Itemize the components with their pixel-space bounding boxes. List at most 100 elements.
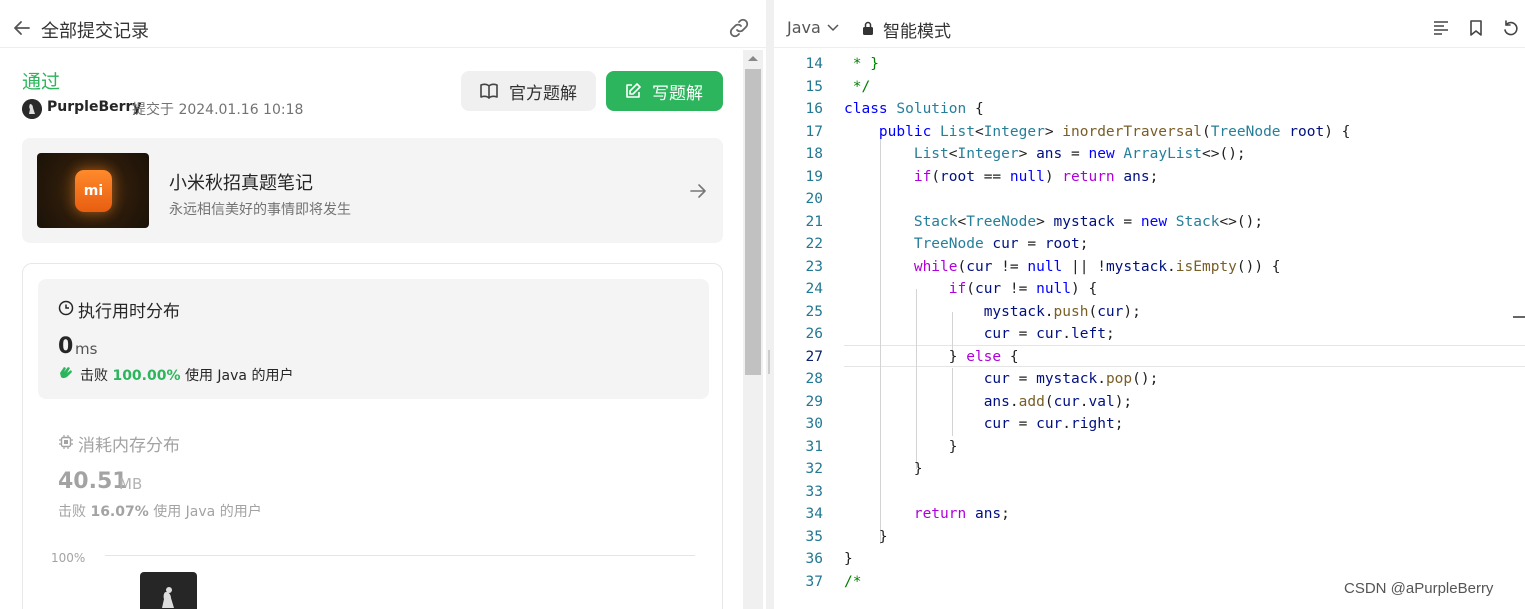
language-label: Java	[787, 18, 821, 37]
line-number: 37	[805, 573, 823, 590]
code-line[interactable]: 28 cur = mystack.pop();	[774, 368, 1525, 391]
submitter-name[interactable]: PurpleBerry	[47, 99, 142, 115]
divider-grip[interactable]	[768, 350, 770, 374]
line-number: 29	[805, 393, 823, 410]
memory-chip-icon	[59, 435, 73, 449]
memory-beat-prefix: 击败	[58, 504, 86, 520]
code-text: if(cur != null) {	[948, 281, 1098, 297]
code-text: cur = cur.right;	[983, 416, 1124, 432]
scroll-thumb[interactable]	[745, 69, 761, 375]
code-text: public List<Integer> inorderTraversal(Tr…	[878, 123, 1351, 140]
promo-subtitle: 永远相信美好的事情即将发生	[169, 202, 351, 218]
submission-panel: 全部提交记录 通过 PurpleBerry 提交于 2024.01.16 10:…	[0, 0, 766, 609]
line-number: 25	[805, 303, 823, 320]
bookmark-icon[interactable]	[1467, 19, 1485, 37]
line-number: 14	[805, 56, 823, 72]
line-number: 26	[805, 326, 823, 342]
code-text: while(cur != null || !mystack.isEmpty())…	[913, 258, 1281, 275]
code-text: } else {	[844, 348, 1019, 365]
line-number: 18	[805, 146, 823, 162]
code-text: ans.add(cur.val);	[983, 393, 1133, 410]
code-line[interactable]: 15 */	[774, 76, 1525, 99]
line-number: 16	[805, 101, 823, 117]
code-text: }	[844, 528, 888, 545]
panel-divider[interactable]	[766, 0, 774, 609]
left-scrollbar[interactable]	[743, 50, 763, 609]
editor-toolbar: Java 智能模式	[774, 8, 1525, 48]
line-number: 23	[805, 258, 823, 275]
code-text: return ans;	[913, 506, 1010, 522]
code-text: }	[844, 551, 853, 567]
code-text: class Solution {	[844, 101, 984, 117]
code-line[interactable]: 27 } else {	[774, 346, 1525, 369]
runtime-title: 执行用时分布	[78, 302, 180, 322]
avatar[interactable]	[22, 99, 42, 119]
code-line[interactable]: 31 }	[774, 436, 1525, 459]
code-line[interactable]: 22 TreeNode cur = root;	[774, 233, 1525, 256]
promo-card[interactable]: mi 小米秋招真题笔记 永远相信美好的事情即将发生	[22, 138, 723, 243]
code-line[interactable]: 34 return ans;	[774, 503, 1525, 526]
language-select[interactable]: Java	[787, 18, 839, 37]
runtime-beat-text: 击败 100.00% 使用 Java 的用户	[80, 365, 293, 385]
code-text: cur = mystack.pop();	[983, 371, 1159, 387]
runtime-value: 0	[58, 334, 74, 359]
code-line[interactable]: 36}	[774, 548, 1525, 571]
memory-beat-percent: 16.07%	[90, 504, 149, 520]
runtime-section[interactable]: 执行用时分布 0 ms 击败 100.00% 使用 Java 的用户	[38, 279, 709, 399]
clock-icon	[58, 300, 74, 316]
line-number: 31	[805, 438, 823, 455]
code-editor[interactable]: 14 * } 15 */16 class Solution {17 public L…	[774, 50, 1525, 609]
code-line[interactable]: 26 cur = cur.left;	[774, 323, 1525, 346]
link-icon[interactable]	[728, 18, 750, 38]
code-line[interactable]: 33	[774, 481, 1525, 504]
code-text: * }	[844, 56, 879, 72]
memory-title[interactable]: 消耗内存分布	[78, 431, 180, 456]
chart-y-label: 100%	[51, 551, 86, 565]
line-number: 32	[805, 461, 823, 477]
promo-image: mi	[37, 153, 149, 228]
code-line[interactable]: 25 mystack.push(cur);	[774, 301, 1525, 324]
back-arrow-icon[interactable]	[12, 18, 32, 38]
code-line[interactable]: 17 public List<Integer> inorderTraversal…	[774, 121, 1525, 144]
line-number: 24	[805, 281, 823, 297]
format-align-icon[interactable]	[1432, 19, 1450, 37]
code-line[interactable]: 16 class Solution {	[774, 98, 1525, 121]
code-line[interactable]: 21 Stack<TreeNode> mystack = new Stack<>…	[774, 211, 1525, 234]
code-text: mystack.push(cur);	[983, 303, 1141, 320]
reset-icon[interactable]	[1502, 19, 1520, 37]
promo-title: 小米秋招真题笔记	[169, 173, 313, 194]
code-text: Stack<TreeNode> mystack = new Stack<>();	[913, 213, 1264, 230]
editor-mode-label[interactable]: 智能模式	[883, 17, 951, 42]
submission-header: 全部提交记录	[0, 8, 766, 48]
code-line[interactable]: 32 }	[774, 458, 1525, 481]
line-number: 33	[805, 483, 823, 500]
code-line[interactable]: 23 while(cur != null || !mystack.isEmpty…	[774, 256, 1525, 279]
scroll-up-arrow-icon[interactable]	[748, 56, 758, 61]
line-number: 30	[805, 416, 823, 432]
chart-bar-avatar[interactable]	[140, 572, 197, 609]
write-solution-button[interactable]: 写题解	[606, 71, 723, 111]
all-submissions-title[interactable]: 全部提交记录	[41, 17, 149, 43]
code-line[interactable]: 20	[774, 188, 1525, 211]
code-text: cur = cur.left;	[983, 326, 1115, 342]
line-number: 34	[805, 506, 823, 522]
code-line[interactable]: 30 cur = cur.right;	[774, 413, 1525, 436]
write-solution-label: 写题解	[652, 83, 703, 104]
code-line[interactable]: 14 * }	[774, 53, 1525, 76]
line-number: 28	[805, 371, 823, 387]
code-panel: Java 智能模式 14 * } 15 */16 class Solution {1…	[774, 0, 1525, 609]
chevron-down-icon	[827, 23, 839, 31]
code-line[interactable]: 19 if(root == null) return ans;	[774, 166, 1525, 189]
code-line[interactable]: 24 if(cur != null) {	[774, 278, 1525, 301]
runtime-beat-percent: 100.00%	[112, 368, 181, 384]
memory-unit: MB	[119, 475, 143, 493]
line-number: 20	[805, 191, 823, 207]
line-number: 27	[805, 348, 823, 365]
official-solution-button[interactable]: 官方题解	[461, 71, 596, 111]
line-number: 15	[805, 78, 823, 95]
code-line[interactable]: 18 List<Integer> ans = new ArrayList<>()…	[774, 143, 1525, 166]
performance-card: 执行用时分布 0 ms 击败 100.00% 使用 Java 的用户 消耗内存分…	[22, 263, 723, 609]
arrow-right-icon[interactable]	[688, 181, 708, 201]
code-line[interactable]: 35 }	[774, 526, 1525, 549]
code-line[interactable]: 29 ans.add(cur.val);	[774, 391, 1525, 414]
